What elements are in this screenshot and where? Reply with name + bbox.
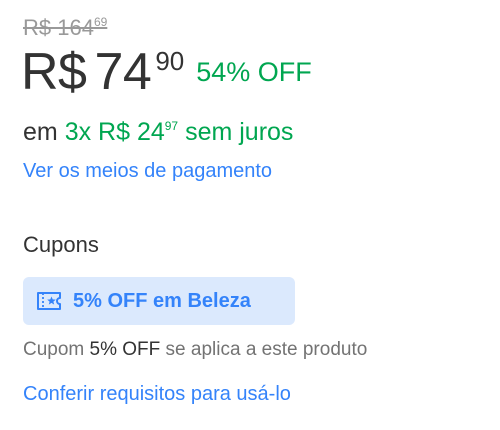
price-cents: 90 <box>155 46 185 76</box>
payment-methods-link[interactable]: Ver os meios de pagamento <box>23 158 272 184</box>
coupon-badge[interactable]: 5% OFF em Beleza <box>23 277 295 325</box>
coupon-ticket-icon <box>36 291 62 311</box>
coupon-desc-prefix: Cupom <box>23 339 85 360</box>
original-price-cents: 69 <box>93 15 108 29</box>
installments-cents: 97 <box>164 119 179 133</box>
installments-count-price: 3x R$ 24 <box>64 118 165 146</box>
price-integer: 74 <box>94 43 152 101</box>
installments-info: em 3x R$ 2497 sem juros <box>23 110 293 148</box>
coupon-desc-value: 5% OFF <box>89 339 161 360</box>
price-currency: R$ <box>21 43 87 101</box>
installments-prefix: em <box>23 118 58 146</box>
original-price: R$ 16469 <box>23 8 107 42</box>
installments-offer: 3x R$ 2497 sem juros <box>65 118 294 146</box>
current-price: R$ 74 <box>21 40 152 104</box>
current-price-row: R$ 74 90 54% OFF <box>21 40 312 104</box>
installments-suffix: sem juros <box>185 118 294 146</box>
coupon-description: Cupom 5% OFF se aplica a este produto <box>23 337 367 363</box>
coupon-badge-label: 5% OFF em Beleza <box>73 290 251 312</box>
coupon-desc-suffix: se aplica a este produto <box>165 339 368 360</box>
original-price-integer: R$ 164 <box>23 15 94 40</box>
discount-badge: 54% OFF <box>196 57 312 87</box>
coupon-requirements-link[interactable]: Conferir requisitos para usá-lo <box>23 381 291 407</box>
coupons-title: Cupons <box>23 232 99 257</box>
